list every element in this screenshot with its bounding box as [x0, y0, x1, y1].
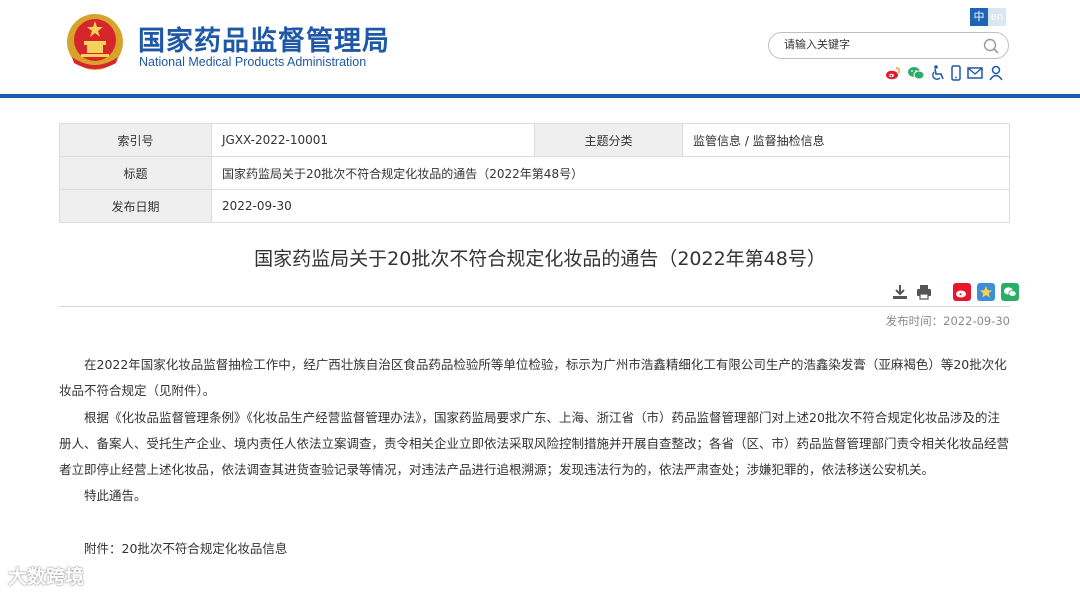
info-row: 标题 国家药监局关于20批次不符合规定化妆品的通告（2022年第48号） [59, 156, 1010, 190]
paragraph: 在2022年国家化妆品监督抽检工作中，经广西壮族自治区食品药品检验所等单位检验，… [59, 357, 1007, 399]
index-value: JGXX-2022-10001 [211, 123, 535, 157]
date-label: 发布日期 [59, 189, 212, 223]
search-box [768, 32, 1009, 59]
title-divider [59, 306, 1010, 307]
info-row: 发布日期 2022-09-30 [59, 189, 1010, 223]
category-value: 监管信息 / 监督抽检信息 [682, 123, 1010, 157]
index-label: 索引号 [59, 123, 212, 157]
search-icon[interactable] [982, 37, 1000, 55]
wechat-icon[interactable] [907, 65, 925, 81]
site-title-cn: 国家药品监督管理局 [138, 26, 390, 57]
share-favorite-icon[interactable] [977, 283, 995, 301]
attachment-link[interactable]: 附件：20批次不符合规定化妆品信息 [59, 536, 1010, 562]
weibo-icon[interactable] [885, 65, 901, 81]
accessibility-icon[interactable] [931, 65, 945, 81]
date-value: 2022-09-30 [211, 189, 1010, 223]
article-title: 国家药监局关于20批次不符合规定化妆品的通告（2022年第48号） [254, 248, 826, 270]
site-title-en: National Medical Products Administration [139, 55, 367, 69]
article-actions [891, 283, 1019, 301]
print-icon[interactable] [915, 283, 933, 301]
mail-icon[interactable] [967, 65, 983, 81]
article-body: 在2022年国家化妆品监督抽检工作中，经广西壮族自治区食品药品检验所等单位检验，… [59, 352, 1010, 562]
category-label: 主题分类 [534, 123, 683, 157]
info-row: 索引号 JGXX-2022-10001 主题分类 监管信息 / 监督抽检信息 [59, 123, 1010, 157]
paragraph: 根据《化妆品监督管理条例》《化妆品生产经营监督管理办法》，国家药监局要求广东、上… [59, 409, 1010, 478]
national-emblem-icon [67, 14, 123, 70]
download-icon[interactable] [891, 283, 909, 301]
info-table: 索引号 JGXX-2022-10001 主题分类 监管信息 / 监督抽检信息 标… [59, 123, 1010, 223]
share-wechat-icon[interactable] [1001, 283, 1019, 301]
publish-time: 发布时间：2022-09-30 [885, 314, 1010, 328]
search-input[interactable] [784, 38, 974, 51]
header-tools [885, 64, 1003, 82]
mobile-icon[interactable] [951, 65, 961, 81]
watermark: 大数跨境 [8, 566, 85, 588]
paragraph: 特此通告。 [84, 488, 147, 504]
share-weibo-icon[interactable] [953, 283, 971, 301]
language-zh-button[interactable]: 中 [970, 8, 988, 26]
language-en-button[interactable]: en [988, 8, 1006, 26]
site-header: 国家药品监督管理局 National Medical Products Admi… [0, 0, 1080, 98]
header-divider [0, 94, 1080, 98]
title-value: 国家药监局关于20批次不符合规定化妆品的通告（2022年第48号） [211, 156, 1010, 190]
title-label: 标题 [59, 156, 212, 190]
user-icon[interactable] [989, 65, 1003, 81]
